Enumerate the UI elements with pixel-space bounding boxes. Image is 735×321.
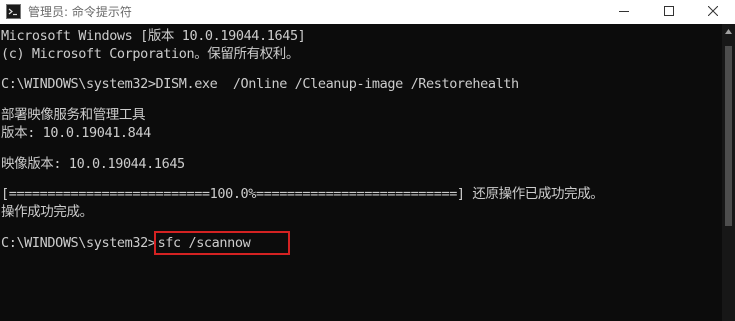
close-icon bbox=[708, 6, 718, 16]
console-line: C:\WINDOWS\system32>DISM.exe /Online /Cl… bbox=[1, 76, 519, 92]
console-line: 版本: 10.0.19041.844 bbox=[1, 125, 151, 141]
current-command[interactable]: sfc /scannow bbox=[153, 231, 291, 255]
scroll-up-arrow-icon[interactable] bbox=[725, 29, 732, 34]
command-prompt-window: 管理员: 命令提示符 Microsoft Windows [版本 10.0.19… bbox=[0, 0, 735, 321]
cmd-icon[interactable] bbox=[6, 4, 21, 19]
close-button[interactable] bbox=[691, 0, 735, 24]
maximize-button[interactable] bbox=[647, 0, 691, 24]
minimize-button[interactable] bbox=[602, 0, 646, 24]
prompt-line[interactable]: C:\WINDOWS\system32> sfc /scannow bbox=[1, 231, 291, 255]
maximize-icon bbox=[664, 6, 674, 16]
console-line: 映像版本: 10.0.19044.1645 bbox=[1, 156, 185, 172]
title-bar[interactable]: 管理员: 命令提示符 bbox=[0, 0, 735, 24]
progress-line: [==========================100.0%=======… bbox=[1, 186, 604, 202]
console-line: (c) Microsoft Corporation。保留所有权利。 bbox=[1, 46, 299, 62]
console-output[interactable]: Microsoft Windows [版本 10.0.19044.1645] (… bbox=[0, 24, 722, 321]
console-line: 部署映像服务和管理工具 bbox=[1, 107, 146, 123]
window-title: 管理员: 命令提示符 bbox=[28, 5, 132, 19]
scroll-thumb[interactable] bbox=[725, 46, 732, 226]
console-line: 操作成功完成。 bbox=[1, 204, 93, 220]
vertical-scrollbar[interactable] bbox=[722, 24, 735, 321]
console-line: Microsoft Windows [版本 10.0.19044.1645] bbox=[1, 28, 306, 44]
prompt: C:\WINDOWS\system32> bbox=[1, 235, 156, 251]
minimize-icon bbox=[619, 11, 629, 12]
